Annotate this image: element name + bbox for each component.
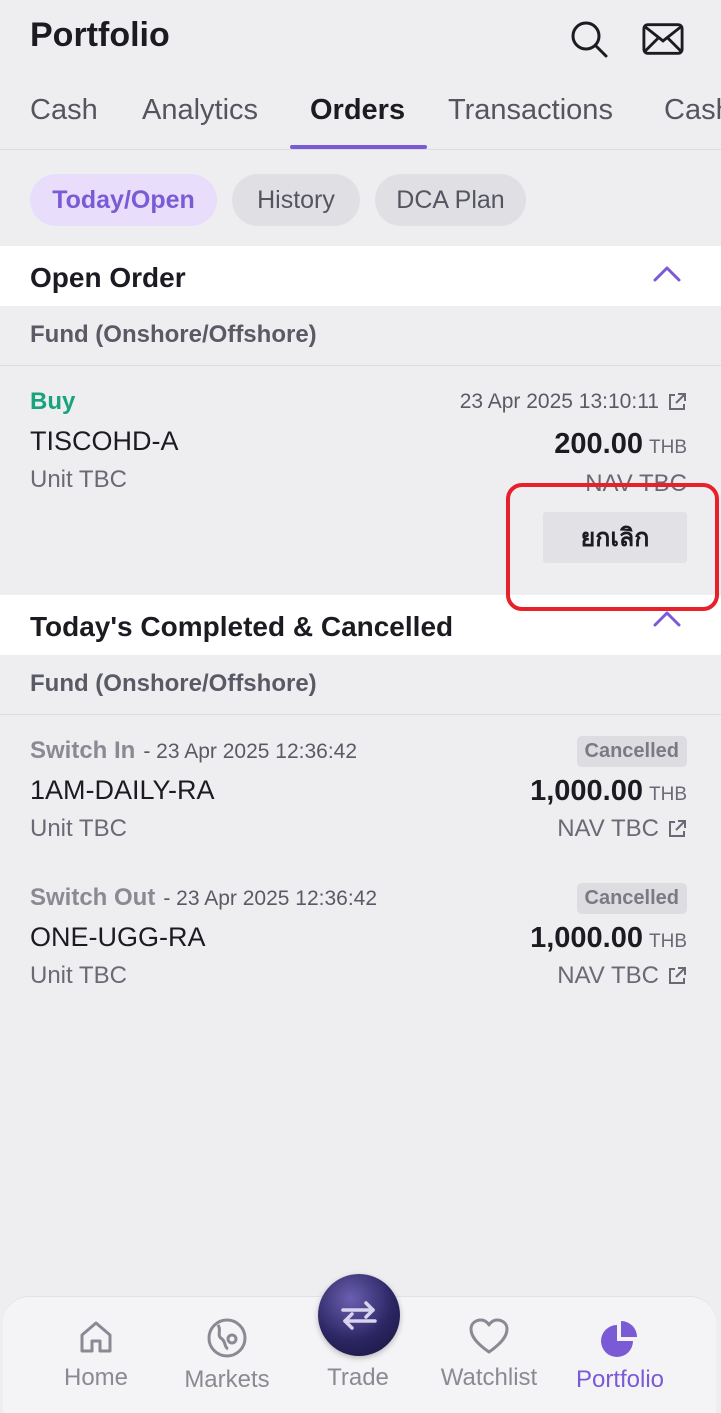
tab-orders[interactable]: Orders (310, 94, 405, 127)
order-nav-row: NAV TBC (557, 815, 687, 843)
fund-name: ONE-UGG-RA (30, 922, 206, 952)
fund-name: TISCOHD-A (30, 426, 179, 456)
status-badge: Cancelled (576, 736, 687, 767)
completed-title: Today's Completed & Cancelled (30, 611, 454, 642)
order-nav-row: NAV TBC (557, 962, 687, 990)
pie-chart-icon (599, 1317, 641, 1364)
order-amount-row: 200.00 THB (554, 428, 687, 461)
mail-icon[interactable] (642, 18, 684, 60)
app-header: Portfolio (0, 0, 721, 78)
open-order-header[interactable]: Open Order (0, 246, 721, 306)
order-side: Switch In (30, 737, 136, 764)
nav-home[interactable]: Home (36, 1317, 156, 1392)
nav-trade-label: Trade (327, 1364, 389, 1391)
status-badge: Cancelled (576, 883, 687, 914)
order-unit: Unit TBC (30, 962, 127, 989)
heart-icon (468, 1317, 510, 1362)
order-datetime: - 23 Apr 2025 12:36:42 (163, 887, 378, 910)
nav-portfolio[interactable]: Portfolio (560, 1317, 680, 1394)
category-label: Fund (Onshore/Offshore) (30, 670, 317, 697)
portfolio-tabs: Cash Analytics Orders Transactions Cash (0, 78, 721, 150)
nav-portfolio-label: Portfolio (575, 1366, 665, 1393)
order-side-row: Switch In - 23 Apr 2025 12:36:42 (30, 737, 357, 765)
order-unit: Unit TBC (30, 466, 127, 493)
search-icon[interactable] (568, 18, 610, 60)
tab-cash-2[interactable]: Cash (664, 94, 721, 127)
home-icon (76, 1317, 116, 1362)
order-unit: Unit TBC (30, 815, 127, 842)
open-order-category: Fund (Onshore/Offshore) (0, 306, 721, 366)
order-currency: THB (649, 437, 687, 458)
highlight-annotation (506, 483, 719, 611)
order-amount-row: 1,000.00 THB (530, 775, 687, 808)
completed-order-item[interactable]: Switch In - 23 Apr 2025 12:36:42 Cancell… (0, 715, 721, 862)
order-datetime: - 23 Apr 2025 12:36:42 (143, 740, 358, 763)
page-title: Portfolio (30, 16, 170, 54)
chip-dca-plan[interactable]: DCA Plan (375, 174, 526, 226)
order-currency: THB (649, 784, 687, 805)
completed-category: Fund (Onshore/Offshore) (0, 655, 721, 715)
order-side: Buy (30, 388, 76, 415)
active-tab-indicator (290, 145, 427, 149)
tab-analytics[interactable]: Analytics (142, 94, 258, 127)
order-amount: 1,000.00 (530, 775, 643, 807)
tab-transactions[interactable]: Transactions (448, 94, 613, 127)
external-link-icon[interactable] (667, 819, 687, 839)
order-nav: NAV TBC (557, 962, 659, 989)
nav-watchlist[interactable]: Watchlist (429, 1317, 549, 1392)
fund-name: 1AM-DAILY-RA (30, 775, 215, 805)
nav-markets[interactable]: Markets (167, 1317, 287, 1394)
chip-history[interactable]: History (232, 174, 360, 226)
swap-arrows-icon (339, 1300, 379, 1330)
tab-cash[interactable]: Cash (30, 94, 98, 127)
external-link-icon[interactable] (667, 392, 687, 412)
chevron-up-icon[interactable] (653, 609, 681, 632)
order-amount-row: 1,000.00 THB (530, 922, 687, 955)
nav-home-label: Home (63, 1364, 129, 1391)
order-filter-chips: Today/Open History DCA Plan (0, 150, 721, 246)
markets-icon (206, 1317, 248, 1364)
order-nav: NAV TBC (557, 815, 659, 842)
order-amount: 200.00 (554, 428, 643, 460)
nav-markets-label: Markets (184, 1366, 270, 1393)
order-datetime: 23 Apr 2025 13:10:11 (459, 390, 659, 413)
nav-watchlist-label: Watchlist (440, 1364, 538, 1391)
order-datetime-row: 23 Apr 2025 13:10:11 (460, 390, 687, 414)
order-amount: 1,000.00 (530, 922, 643, 954)
category-label: Fund (Onshore/Offshore) (30, 321, 317, 348)
external-link-icon[interactable] (667, 966, 687, 986)
order-side: Switch Out (30, 884, 156, 911)
chip-today-open[interactable]: Today/Open (30, 174, 217, 226)
trade-button[interactable] (318, 1274, 400, 1356)
order-currency: THB (649, 931, 687, 952)
order-side-row: Switch Out - 23 Apr 2025 12:36:42 (30, 884, 377, 912)
chevron-up-icon[interactable] (653, 264, 681, 287)
completed-order-item[interactable]: Switch Out - 23 Apr 2025 12:36:42 Cancel… (0, 862, 721, 1009)
open-order-title: Open Order (30, 262, 186, 293)
